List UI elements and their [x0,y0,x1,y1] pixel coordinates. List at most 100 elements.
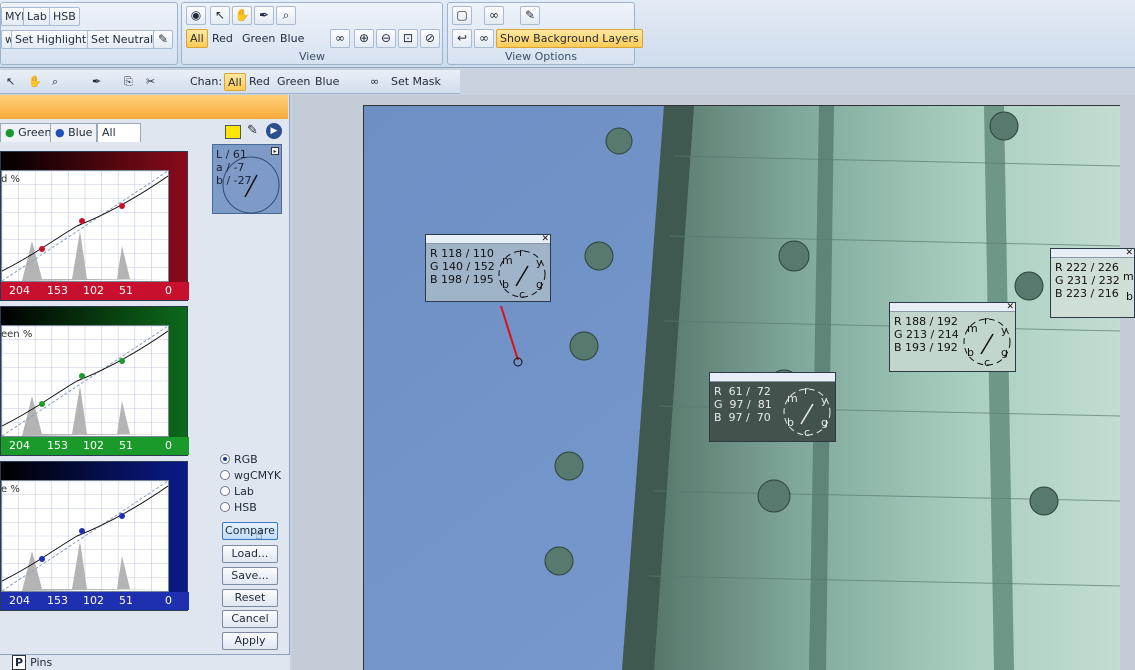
color-sampler[interactable]: ✕ R 188 / 192 G 213 / 214 B 193 / 192 m … [889,302,1016,372]
eyedropper-auto-icon[interactable]: ✎ [153,30,173,49]
mode-hsb-label: HSB [234,501,257,514]
pointer-icon[interactable]: ↖ [210,6,230,25]
green-dot-icon: ● [5,126,15,139]
cancel-button[interactable]: Cancel [222,610,278,628]
tab-hsb[interactable]: HSB [49,7,80,26]
reset-button[interactable]: Reset [222,589,278,607]
curve-green-label: een % [1,329,33,340]
pins-bar[interactable]: P Pins [0,654,290,670]
sampler-titlebar[interactable]: ✕ [426,233,550,245]
undo-arrow-icon[interactable]: ↩ [452,29,472,48]
curve-blue-tick: 102 [83,594,104,607]
eyedropper-icon[interactable]: ✒ [254,6,274,25]
panel-header [0,95,288,119]
mode-wgcmyk[interactable]: wgCMYK [220,469,281,483]
tab-lab[interactable]: Lab [23,7,51,26]
color-sampler[interactable]: ✕ R 61 / 72 G 97 / 81 B 97 / 70 m r y b … [709,372,836,442]
wheel-g: g [821,416,828,429]
mode-rgb[interactable]: RGB [220,453,258,467]
curve-green[interactable]: een % 204 153 102 51 0 [0,306,189,456]
sampler-titlebar[interactable]: ✕ [710,371,835,383]
sampler-g: G 231 / 232 [1055,274,1120,287]
glasses-icon[interactable]: ∞ [474,29,494,48]
chan-green[interactable]: Green [277,73,310,91]
curve-blue-axis: 204 153 102 51 0 [1,592,189,610]
chan-blue[interactable]: Blue [315,73,339,91]
curve-green-axis: 204 153 102 51 0 [1,437,189,455]
sampler-titlebar[interactable]: ✕ [1051,247,1134,259]
layer-view-icon[interactable]: ▢ [452,6,472,25]
wheel-y: y [821,394,828,407]
chan-label: Chan: [190,75,223,88]
play-icon[interactable]: ▶ [266,123,282,139]
radio-rgb[interactable] [220,454,230,464]
zoom-in-icon[interactable]: ⊕ [354,29,374,48]
color-sampler[interactable]: ✕ R 118 / 110 G 140 / 152 B 198 / 195 m … [425,234,551,302]
dropper-tool-icon[interactable]: ✒ [92,73,101,91]
hand-icon[interactable]: ✋ [232,6,252,25]
edit-icon[interactable]: ✎ [520,6,540,25]
copy-icon[interactable]: ⎘ [124,73,133,91]
wrench-panel-icon[interactable]: ✎ [247,123,258,138]
overlay-icon[interactable]: ∞ [484,6,504,25]
blue-dot-icon: ● [55,126,65,139]
radio-hsb[interactable] [220,502,230,512]
wrench-icon[interactable]: ✂ [146,73,155,91]
radio-lab[interactable] [220,486,230,496]
curve-red[interactable]: d % 204 153 102 51 0 [0,151,189,301]
load-button[interactable]: Load... [222,545,278,563]
view-channel-all[interactable]: All [186,29,208,48]
curve-green-tick: 0 [165,439,172,452]
lab-a-value: a / -7 [216,161,245,174]
chan-red[interactable]: Red [249,73,270,91]
curve-blue-plot[interactable] [1,480,169,592]
color-sampler[interactable]: ✕ R 222 / 226 G 231 / 232 B 223 / 216 m … [1050,248,1135,318]
readout-menu-icon[interactable]: ▸ [271,147,279,155]
color-wheel-icon[interactable]: ◉ [186,6,206,25]
save-button[interactable]: Save... [222,567,278,585]
wheel-c: c [804,426,811,439]
magnifier-icon[interactable]: ⌕ [52,73,58,91]
set-highlight-button[interactable]: Set Highlight [11,30,91,49]
curves-panel: ● Green ● Blue All ✎ ▶ d % 204 153 102 51 0 [0,95,290,670]
wheel-m: m [502,254,513,267]
zoom-actual-icon[interactable]: ⊘ [420,29,440,48]
radio-wgcmyk[interactable] [220,470,230,480]
yellow-swatch-icon[interactable] [225,125,241,139]
set-mask-icon[interactable]: ∞ [370,73,379,91]
curve-red-plot[interactable] [1,170,169,282]
set-neutral-button[interactable]: Set Neutral [87,30,158,49]
view-channel-blue[interactable]: Blue [276,29,308,48]
wheel-g: g [1001,346,1008,359]
close-icon[interactable]: ✕ [541,233,549,245]
mask-icon[interactable]: ∞ [330,29,350,48]
zoom-icon[interactable]: ⌕ [276,6,296,25]
close-icon[interactable]: ✕ [1006,301,1014,313]
sampler-titlebar[interactable]: ✕ [890,301,1015,313]
tab-blue[interactable]: ● Blue [50,123,98,142]
chan-all[interactable]: All [224,73,246,91]
compare-button[interactable]: Compare [222,522,278,540]
apply-button[interactable]: Apply [222,632,278,650]
mode-lab[interactable]: Lab [220,485,254,499]
zoom-out-icon[interactable]: ⊖ [376,29,396,48]
close-icon[interactable]: ✕ [1125,247,1133,259]
close-icon[interactable]: ✕ [826,371,834,383]
tab-green[interactable]: ● Green [0,123,57,142]
sampler-b: B 193 / 192 [894,341,958,354]
zoom-fit-icon[interactable]: ⊡ [398,29,418,48]
wheel-m: m [787,392,798,405]
curve-blue-tick: 51 [119,594,133,607]
view-channel-green[interactable]: Green [238,29,279,48]
wheel-y: y [1001,324,1008,337]
lab-readout: L / 61 a / -7 b / -27 ▸ [212,144,282,214]
curve-green-plot[interactable] [1,325,169,437]
select-icon[interactable]: ↖ [6,73,15,91]
show-background-layers-button[interactable]: Show Background Layers [496,29,643,48]
mode-hsb[interactable]: HSB [220,501,257,515]
set-mask-button[interactable]: Set Mask [391,73,441,91]
view-channel-red[interactable]: Red [208,29,237,48]
curve-blue[interactable]: e % 204 153 102 51 0 [0,461,189,611]
tab-all[interactable]: All [97,123,141,142]
hand-tool-icon[interactable]: ✋ [28,73,42,91]
